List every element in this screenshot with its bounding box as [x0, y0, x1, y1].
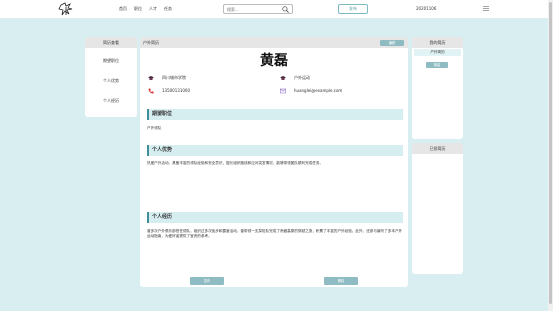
- edit-button[interactable]: 编辑: [380, 40, 404, 46]
- delete-button[interactable]: 删除: [324, 277, 358, 285]
- nav-tasks[interactable]: 任务: [164, 5, 172, 13]
- nav-home[interactable]: 首页: [119, 5, 127, 13]
- resume-header-label: 户外简历: [143, 40, 159, 45]
- sidebar-item-experience[interactable]: 个人经历: [85, 98, 137, 104]
- search-input[interactable]: [227, 6, 279, 13]
- submitted-resumes-panel: 已投简历: [412, 143, 463, 274]
- section-title-expected-job: 期望职位: [147, 109, 403, 120]
- person-name: 黄磊: [260, 53, 288, 69]
- resume-header: 户外简历 编辑: [140, 37, 408, 48]
- scroll-thumb[interactable]: [549, 2, 552, 304]
- my-resumes-title: 我的简历: [412, 37, 463, 48]
- mail-icon: [280, 88, 286, 94]
- top-bar: 首页 职位 人才 任务 发布 20201106: [0, 0, 553, 18]
- search-box: [223, 4, 293, 14]
- section-title-experience: 个人经历: [147, 212, 403, 223]
- nav-jobs[interactable]: 职位: [134, 5, 142, 13]
- job-text: 户外运动: [294, 75, 310, 80]
- user-id[interactable]: 20201106: [416, 5, 436, 13]
- new-resume-button[interactable]: 新建: [426, 62, 448, 68]
- phone-text: 13500131000: [162, 88, 190, 93]
- graduation-cap-icon: [280, 76, 286, 81]
- post-button[interactable]: 发布: [338, 4, 368, 14]
- nav-talent[interactable]: 人才: [149, 5, 157, 13]
- my-resumes-panel: 我的简历 户外简历 新建: [412, 37, 463, 139]
- logo-icon[interactable]: [58, 2, 74, 16]
- menu-icon[interactable]: [483, 6, 489, 11]
- sidebar-item-expected-job[interactable]: 期望职位: [85, 58, 137, 64]
- school-text: 四川城市学院: [162, 75, 186, 80]
- section-text-experience: 曾多次户外俱乐部担任领队，组织过多次徒步和露营活动，曾带领一支探险队完成了贵藏高…: [147, 229, 403, 239]
- section-text-expected-job: 户外领队: [147, 126, 162, 130]
- resume-list-item[interactable]: 户外简历: [414, 49, 461, 56]
- page-scrollbar[interactable]: [548, 0, 553, 311]
- email-text: huanglei@example.com: [294, 88, 343, 93]
- resume-nav-title: 简历查看: [85, 37, 137, 48]
- phone-icon: [148, 88, 154, 94]
- publish-button[interactable]: 发布: [190, 277, 224, 285]
- graduation-cap-icon: [148, 76, 154, 81]
- search-icon[interactable]: [282, 6, 289, 13]
- main-nav: 首页 职位 人才 任务: [119, 5, 172, 13]
- resume-panel: 户外简历 编辑 黄磊 四川城市学院 户外运动 13500131000 huang…: [140, 37, 408, 287]
- submitted-resumes-title: 已投简历: [412, 143, 463, 154]
- sidebar-item-strengths[interactable]: 个人优势: [85, 78, 137, 84]
- resume-nav-panel: 简历查看 期望职位 个人优势 个人经历: [85, 37, 137, 117]
- section-title-strengths: 个人优势: [147, 145, 403, 156]
- section-text-strengths: 热爱户外活动，具备丰富的领队经验和安全意识，擅长组织路线和应对突发情况，能够带领…: [147, 161, 324, 165]
